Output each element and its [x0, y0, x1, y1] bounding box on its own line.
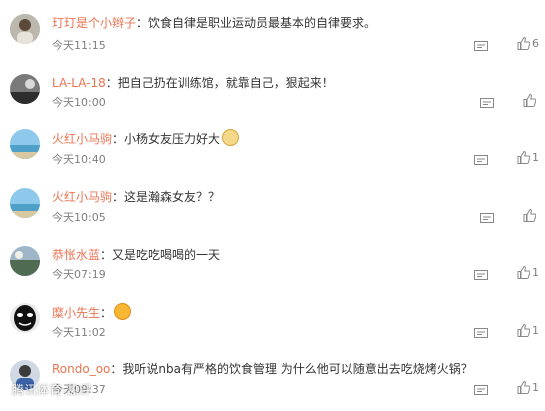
colon-separator: ：: [100, 248, 113, 262]
comment-timestamp: 今天10:40: [52, 153, 106, 166]
comment-timestamp: 今天10:00: [52, 96, 106, 109]
colon-separator: ：: [112, 190, 125, 204]
like-button[interactable]: [523, 208, 538, 223]
comment-username[interactable]: 火红小马驹: [52, 190, 112, 204]
user-avatar[interactable]: [10, 188, 40, 218]
comment-list: 玎玎是个小辫子：饮食自律是职业运动员最基本的自律要求。 今天11:15 6 LA…: [0, 0, 545, 403]
like-count: 1: [532, 151, 539, 164]
cat-emoji-icon: [222, 129, 240, 146]
thumbs-up-icon: [517, 150, 531, 164]
user-avatar[interactable]: [10, 14, 40, 44]
like-count: 1: [532, 266, 539, 279]
comment-timestamp: 今天10:05: [52, 211, 106, 224]
colon-separator: ：: [112, 132, 125, 146]
comment-username[interactable]: LA-LA-18: [52, 76, 106, 90]
comment-text: 这是瀚森女友？？: [124, 190, 221, 204]
comment-text: 小杨女友压力好大: [124, 132, 221, 146]
like-button[interactable]: 1: [517, 323, 539, 338]
comment-item: 火红小马驹：这是瀚森女友？？ 今天10:05: [0, 183, 545, 239]
user-avatar[interactable]: [10, 246, 40, 276]
comment-username[interactable]: 恭怅水蓝: [52, 248, 100, 262]
thumbs-up-icon: [523, 93, 537, 107]
reply-icon[interactable]: [474, 38, 488, 51]
comment-item: 糜小先生： 今天11:02 1: [0, 298, 545, 354]
reply-icon[interactable]: [474, 267, 488, 280]
comment-username[interactable]: Rondo_oo: [52, 362, 110, 376]
thumbs-up-icon: [517, 265, 531, 279]
colon-separator: ：: [136, 16, 149, 30]
comment-timestamp: 今天07:19: [52, 268, 106, 281]
comment-text: 把自己扔在训练馆，就靠自己，狠起来！: [117, 76, 334, 90]
watermark: 腾讯体育-热评: [12, 383, 92, 397]
thumbs-up-icon: [523, 208, 537, 222]
colon-separator: ：: [105, 76, 118, 90]
reply-icon[interactable]: [474, 382, 488, 395]
like-button[interactable]: 1: [517, 265, 539, 280]
reply-icon[interactable]: [480, 95, 494, 108]
like-button[interactable]: [523, 93, 538, 108]
colon-separator: ：: [100, 306, 113, 320]
comment-text: 我听说nba有严格的饮食管理 为什么他可以随意出去吃烧烤火锅？: [122, 362, 473, 376]
reply-icon[interactable]: [480, 210, 494, 223]
like-button[interactable]: 1: [517, 380, 539, 395]
like-count: 1: [532, 381, 539, 394]
thumbs-up-icon: [517, 36, 531, 50]
colon-separator: ：: [110, 362, 123, 376]
comment-timestamp: 今天11:02: [52, 326, 106, 339]
comment-username[interactable]: 火红小马驹: [52, 132, 112, 146]
like-button[interactable]: 6: [517, 36, 539, 51]
comment-item: 火红小马驹：小杨女友压力好大 今天10:40 1: [0, 124, 545, 180]
like-button[interactable]: 1: [517, 150, 539, 165]
user-avatar[interactable]: [10, 74, 40, 104]
reply-icon[interactable]: [474, 152, 488, 165]
thumbs-up-icon: [517, 380, 531, 394]
comment-item: 玎玎是个小辫子：饮食自律是职业运动员最基本的自律要求。 今天11:15 6: [0, 6, 545, 62]
reply-icon[interactable]: [474, 325, 488, 338]
comment-text: 又是吃吃喝喝的一天: [112, 248, 221, 262]
thumbs-up-icon: [517, 323, 531, 337]
comment-text: 饮食自律是职业运动员最基本的自律要求。: [148, 16, 377, 30]
comment-username[interactable]: 糜小先生: [52, 306, 100, 320]
user-avatar[interactable]: [10, 303, 40, 333]
laughing-emoji-icon: [114, 303, 132, 320]
user-avatar[interactable]: [10, 129, 40, 159]
like-count: 6: [532, 37, 539, 50]
comment-username[interactable]: 玎玎是个小辫子: [52, 16, 136, 30]
comment-timestamp: 今天11:15: [52, 39, 106, 52]
comment-item: LA-LA-18：把自己扔在训练馆，就靠自己，狠起来！ 今天10:00: [0, 66, 545, 122]
comment-item: 恭怅水蓝：又是吃吃喝喝的一天 今天07:19 1: [0, 241, 545, 297]
like-count: 1: [532, 324, 539, 337]
